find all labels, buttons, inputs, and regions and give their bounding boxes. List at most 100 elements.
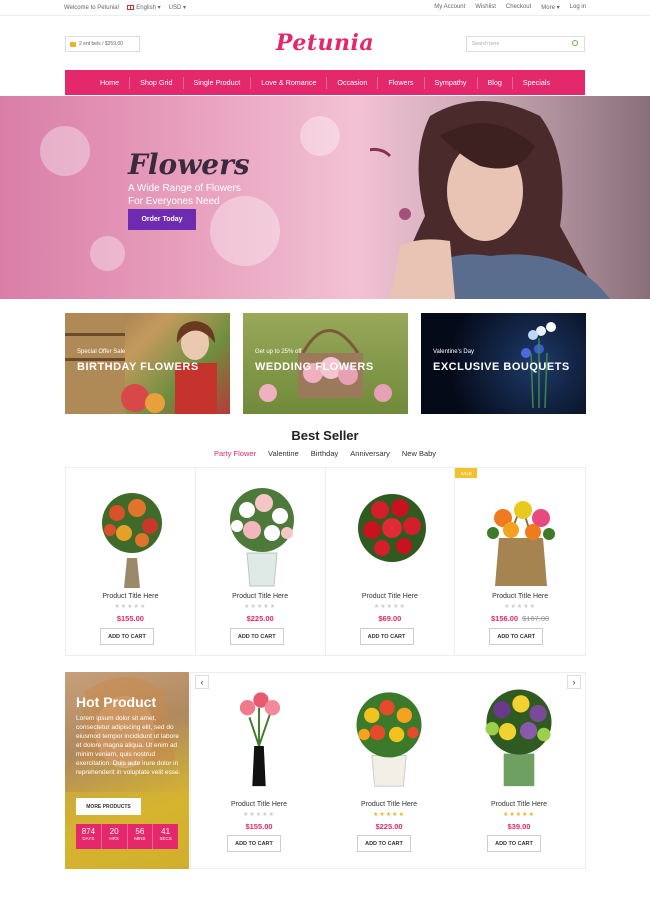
site-header: 2 ent bels / $259.00 Petunia Search here bbox=[0, 16, 650, 70]
sale-badge: SALE bbox=[455, 468, 478, 478]
product-price: $156.00 $167.00 bbox=[490, 614, 550, 623]
product-image bbox=[357, 494, 426, 562]
best-seller-tabs: Party Flower Valentine Birthday Annivers… bbox=[0, 449, 650, 458]
flag-icon bbox=[127, 4, 135, 10]
hot-product-panel: Hot Product Lorem ipsum dolor sit amet, … bbox=[65, 672, 189, 869]
tab-new-baby[interactable]: New Baby bbox=[402, 449, 436, 458]
banner-small-text: Valentine's Day bbox=[433, 349, 475, 355]
nav-love-romance[interactable]: Love & Romance bbox=[251, 76, 328, 89]
product-image bbox=[102, 493, 162, 588]
product-card[interactable]: Product Title Here ★★★★★ $69.00 ADD TO C… bbox=[326, 468, 456, 655]
product-image bbox=[229, 488, 294, 587]
product-title[interactable]: Product Title Here bbox=[453, 801, 585, 808]
product-title[interactable]: Product Title Here bbox=[455, 593, 585, 600]
tab-anniversary[interactable]: Anniversary bbox=[350, 449, 390, 458]
banner-title: EXCLUSIVE BOUQUETS bbox=[433, 361, 570, 373]
product-card[interactable]: SALE Product Title Here ★★★★★ $156.00 $16… bbox=[455, 468, 585, 655]
hot-product-text: Lorem ipsum dolor sit amet, consectetur … bbox=[76, 715, 181, 776]
product-price: $155.00 bbox=[245, 822, 273, 831]
currency-selector[interactable]: USD ▾ bbox=[169, 4, 186, 11]
product-price: $225.00 bbox=[375, 822, 403, 831]
product-title[interactable]: Product Title Here bbox=[66, 593, 195, 600]
add-to-cart-button[interactable]: ADD TO CART bbox=[487, 835, 541, 852]
rating-stars: ★★★★★ bbox=[114, 604, 147, 610]
product-price: $39.00 bbox=[507, 822, 531, 831]
product-card[interactable]: Product Title Here ★★★★★ $155.00 ADD TO … bbox=[66, 468, 196, 655]
product-price: $155.00 bbox=[116, 614, 144, 623]
banner-valentine[interactable]: Valentine's Day EXCLUSIVE BOUQUETS bbox=[421, 313, 586, 414]
hero-banner: Flowers A Wide Range of Flowers For Ever… bbox=[0, 96, 650, 299]
product-image bbox=[487, 501, 556, 586]
countdown-days: 874 DAYS bbox=[76, 824, 102, 849]
product-card[interactable]: Product Title Here ★★★★★ $39.00 ADD TO C… bbox=[453, 673, 585, 868]
product-price: $225.00 bbox=[246, 614, 274, 623]
my-account-link[interactable]: My Account bbox=[434, 4, 465, 11]
nav-blog[interactable]: Blog bbox=[478, 76, 513, 89]
product-title[interactable]: Product Title Here bbox=[323, 801, 455, 808]
checkout-link[interactable]: Checkout bbox=[506, 4, 531, 11]
top-bar: Welcome to Petunia! English ▾ USD ▾ My A… bbox=[0, 0, 650, 16]
hot-product-title: Hot Product bbox=[76, 694, 157, 710]
countdown-timer: 874 DAYS 20 HRS 56 MINS 41 SECS bbox=[76, 824, 178, 849]
countdown-hours: 20 HRS bbox=[102, 824, 128, 849]
welcome-text: Welcome to Petunia! bbox=[64, 4, 120, 11]
category-banners: Special Offer Sale BIRTHDAY FLOWERS Get … bbox=[65, 313, 586, 414]
nav-single-product[interactable]: Single Product bbox=[184, 76, 252, 89]
banner-title: BIRTHDAY FLOWERS bbox=[77, 361, 199, 373]
search-icon[interactable] bbox=[572, 40, 578, 46]
product-title[interactable]: Product Title Here bbox=[196, 593, 325, 600]
nav-home[interactable]: Home bbox=[90, 76, 131, 89]
banner-wedding[interactable]: Get up to 25% off WEDDING FLOWERS bbox=[243, 313, 408, 414]
countdown-mins: 56 MINS bbox=[128, 824, 154, 849]
banner-small-text: Special Offer Sale bbox=[77, 349, 126, 355]
product-card[interactable]: Product Title Here ★★★★★ $225.00 ADD TO … bbox=[323, 673, 455, 868]
nav-specials[interactable]: Specials bbox=[513, 77, 560, 89]
order-today-button[interactable]: Order Today bbox=[128, 209, 196, 230]
more-menu[interactable]: More ▾ bbox=[541, 4, 559, 11]
product-card[interactable]: Product Title Here ★★★★★ $155.00 ADD TO … bbox=[193, 673, 325, 868]
tab-party-flower[interactable]: Party Flower bbox=[214, 449, 256, 458]
add-to-cart-button[interactable]: ADD TO CART bbox=[227, 835, 281, 852]
banner-birthday[interactable]: Special Offer Sale BIRTHDAY FLOWERS bbox=[65, 313, 230, 414]
rating-stars: ★★★★★ bbox=[373, 604, 406, 610]
product-title[interactable]: Product Title Here bbox=[193, 801, 325, 808]
product-image bbox=[239, 692, 281, 787]
wishlist-link[interactable]: Wishlist bbox=[475, 4, 496, 11]
nav-occasion[interactable]: Occasion bbox=[327, 76, 379, 89]
countdown-secs: 41 SECS bbox=[159, 827, 172, 841]
language-selector[interactable]: English ▾ bbox=[127, 4, 161, 11]
hero-title: Flowers bbox=[128, 148, 250, 181]
search-input[interactable]: Search here bbox=[466, 36, 585, 52]
login-link[interactable]: Log in bbox=[570, 4, 586, 11]
more-products-button[interactable]: MORE PRODUCTS bbox=[76, 798, 141, 815]
banner-title: WEDDING FLOWERS bbox=[255, 361, 374, 373]
product-title[interactable]: Product Title Here bbox=[326, 593, 455, 600]
nav-sympathy[interactable]: Sympathy bbox=[425, 76, 478, 89]
add-to-cart-button[interactable]: ADD TO CART bbox=[229, 628, 284, 645]
product-price: $69.00 bbox=[378, 614, 402, 623]
rating-stars: ★★★★★ bbox=[243, 812, 275, 818]
product-image bbox=[356, 692, 422, 787]
product-card[interactable]: Product Title Here ★★★★★ $225.00 ADD TO … bbox=[196, 468, 326, 655]
rating-stars: ★★★★★ bbox=[244, 604, 277, 610]
add-to-cart-button[interactable]: ADD TO CART bbox=[357, 835, 411, 852]
hero-image bbox=[370, 101, 610, 299]
add-to-cart-button[interactable]: ADD TO CART bbox=[100, 628, 154, 645]
rating-stars: ★★★★★ bbox=[504, 604, 537, 610]
nav-flowers[interactable]: Flowers bbox=[378, 76, 425, 89]
main-nav: Home Shop Grid Single Product Love & Rom… bbox=[65, 70, 585, 95]
hot-product-carousel: ‹ › Product Title Here ★★★★★ $155.00 ADD… bbox=[190, 672, 586, 869]
banner-small-text: Get up to 25% off bbox=[255, 349, 302, 355]
rating-stars: ★★★★★ bbox=[503, 812, 535, 818]
add-to-cart-button[interactable]: ADD TO CART bbox=[489, 628, 544, 645]
nav-shop-grid[interactable]: Shop Grid bbox=[130, 76, 184, 89]
best-seller-products: Product Title Here ★★★★★ $155.00 ADD TO … bbox=[65, 467, 586, 656]
old-price: $167.00 bbox=[522, 614, 550, 623]
hero-subtitle: A Wide Range of Flowers For Everyones Ne… bbox=[128, 183, 241, 207]
best-seller-title: Best Seller bbox=[291, 428, 359, 443]
rating-stars: ★★★★★ bbox=[373, 812, 405, 818]
add-to-cart-button[interactable]: ADD TO CART bbox=[359, 628, 414, 645]
product-image bbox=[485, 689, 552, 787]
tab-valentine[interactable]: Valentine bbox=[268, 449, 299, 458]
tab-birthday[interactable]: Birthday bbox=[311, 449, 339, 458]
